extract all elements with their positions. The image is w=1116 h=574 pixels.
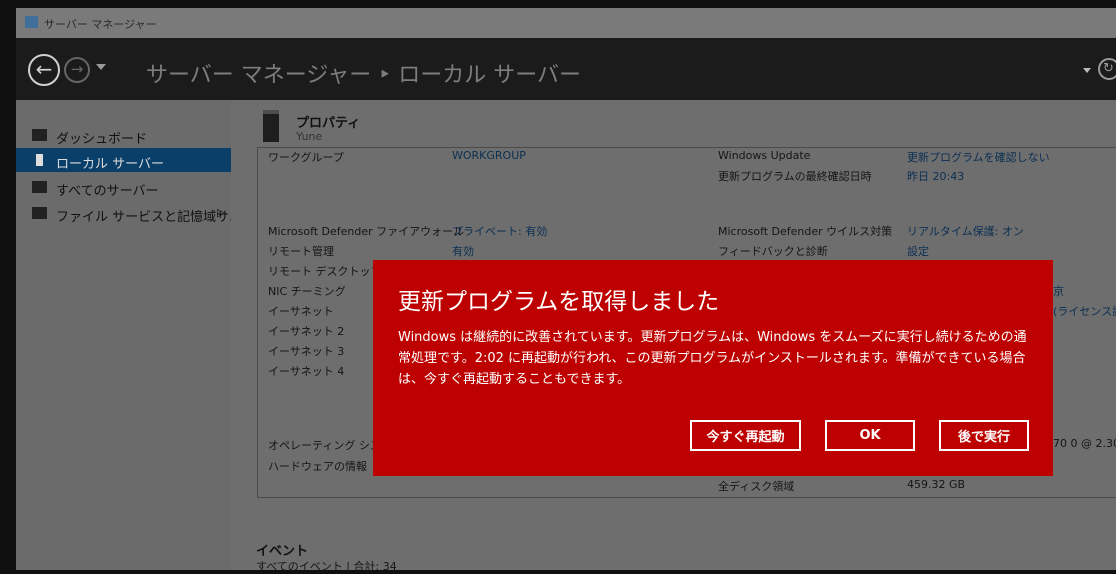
file-services-icon xyxy=(32,207,47,219)
prop-value-remote-management[interactable]: 有効 xyxy=(452,243,474,259)
prop-label-defender-antivirus: Microsoft Defender ウイルス対策 xyxy=(718,225,893,238)
dashboard-grid-icon xyxy=(32,129,47,141)
window-titlebar: サーバー マネージャー xyxy=(16,8,1116,38)
dialog-message: Windows は継続的に改善されています。更新プログラムは、Windows を… xyxy=(398,330,1027,387)
prop-label-windows-update: Windows Update xyxy=(718,149,811,162)
prop-value-partial-processor: 70 0 @ 2.30G xyxy=(1053,437,1116,450)
prop-label-nic-teaming: NIC チーミング xyxy=(268,285,346,298)
ok-button[interactable]: OK xyxy=(825,420,915,451)
prop-label-total-disk: 全ディスク領域 xyxy=(718,480,795,493)
sidebar-item-all-servers[interactable]: すべてのサーバー xyxy=(16,175,231,199)
sidebar-item-label: すべてのサーバー xyxy=(56,184,159,199)
sidebar: ダッシュボード ローカル サーバー すべてのサーバー ファイル サービスと記憶域… xyxy=(16,100,242,570)
navigation-bar: ← → サーバー マネージャー ‣ ローカル サーバー ↻ xyxy=(16,38,1116,100)
server-manager-app-icon xyxy=(25,16,38,28)
arrow-right-circle-icon: → xyxy=(70,60,84,78)
prop-value-feedback-diagnostics[interactable]: 設定 xyxy=(907,243,929,259)
events-heading: イベント xyxy=(256,544,309,559)
expand-arrow-icon[interactable]: ▷ xyxy=(217,206,225,219)
dialog-title: 更新プログラムを取得しました xyxy=(398,289,720,315)
properties-heading: プロパティ xyxy=(296,116,361,131)
prop-value-total-disk: 459.32 GB xyxy=(907,478,966,491)
servers-icon xyxy=(32,181,47,193)
prop-label-ethernet-2: イーサネット 2 xyxy=(268,325,345,338)
prop-label-firewall: Microsoft Defender ファイアウォール xyxy=(268,225,465,238)
later-button[interactable]: 後で実行 xyxy=(939,420,1029,451)
sidebar-item-label: ローカル サーバー xyxy=(56,157,165,172)
events-summary: すべてのイベント | 合計: 34 xyxy=(256,560,397,573)
prop-label-remote-desktop: リモート デスクトップ xyxy=(268,265,382,278)
prop-label-last-checked: 更新プログラムの最終確認日時 xyxy=(718,170,872,183)
back-button[interactable]: ← xyxy=(28,54,60,86)
prop-value-partial-activation[interactable]: (ライセンス認 xyxy=(1053,303,1116,319)
restart-now-button[interactable]: 今すぐ再起動 xyxy=(690,420,801,451)
forward-button[interactable]: → xyxy=(64,57,90,83)
prop-value-last-checked[interactable]: 昨日 20:43 xyxy=(907,168,964,184)
prop-label-ethernet-4: イーサネット 4 xyxy=(268,365,345,378)
prop-value-defender-antivirus[interactable]: リアルタイム保護: オン xyxy=(907,223,1024,239)
prop-label-ethernet-3: イーサネット 3 xyxy=(268,345,345,358)
prop-label-ethernet: イーサネット xyxy=(268,305,334,318)
prop-value-firewall[interactable]: プライベート: 有効 xyxy=(452,223,547,239)
sidebar-item-local-server[interactable]: ローカル サーバー xyxy=(16,148,231,172)
prop-value-windows-update[interactable]: 更新プログラムを確認しない xyxy=(907,149,1050,165)
prop-label-workgroup: ワークグループ xyxy=(268,151,344,164)
server-icon xyxy=(36,154,43,166)
refresh-button[interactable]: ↻ xyxy=(1098,58,1116,80)
prop-value-workgroup[interactable]: WORKGROUP xyxy=(452,149,526,162)
update-restart-dialog: 更新プログラムを取得しました Windows は継続的に改善されています。更新プ… xyxy=(373,260,1053,476)
history-dropdown-caret-down-icon[interactable] xyxy=(96,64,106,70)
window-title: サーバー マネージャー xyxy=(44,18,157,31)
sidebar-item-label: ファイル サービスと記憶域サ... xyxy=(56,210,242,225)
caret-down-icon[interactable] xyxy=(1083,68,1091,73)
sidebar-item-dashboard[interactable]: ダッシュボード xyxy=(16,123,231,147)
prop-label-feedback-diagnostics: フィードバックと診断 xyxy=(718,245,828,258)
server-tower-icon xyxy=(263,110,279,142)
sidebar-item-file-storage-services[interactable]: ファイル サービスと記憶域サ... ▷ xyxy=(16,201,242,225)
prop-label-hardware-info: ハードウェアの情報 xyxy=(268,460,367,473)
arrow-left-circle-icon: ← xyxy=(35,57,53,81)
prop-value-partial-time-zone[interactable]: 京 xyxy=(1053,283,1064,299)
server-name: Yune xyxy=(296,130,323,143)
breadcrumb: サーバー マネージャー ‣ ローカル サーバー xyxy=(146,63,581,88)
sidebar-item-label: ダッシュボード xyxy=(56,132,148,147)
refresh-icon: ↻ xyxy=(1103,61,1114,76)
prop-label-remote-management: リモート管理 xyxy=(268,245,334,258)
